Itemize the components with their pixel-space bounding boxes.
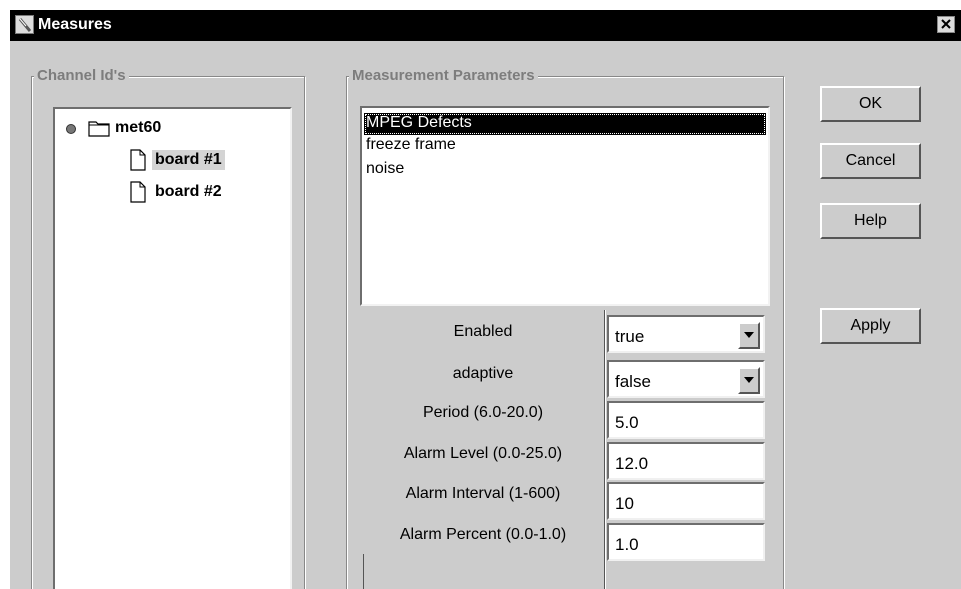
alarm-level-value: 12.0 — [615, 454, 649, 473]
close-button[interactable] — [937, 16, 955, 33]
tree-node-board-1-label: board #1 — [152, 150, 225, 170]
chevron-down-icon[interactable] — [738, 367, 760, 394]
enabled-dropdown[interactable]: true — [607, 315, 765, 353]
tree-node-root-label: met60 — [115, 119, 162, 136]
list-item-noise[interactable]: noise — [364, 159, 766, 181]
param-label-enabled: Enabled — [453, 323, 513, 340]
measurement-parameters-legend: Measurement Parameters — [349, 67, 538, 84]
param-label-alarm-interval: Alarm Interval (1-600) — [405, 485, 561, 502]
tree-node-root[interactable]: met60 — [55, 118, 285, 140]
channel-tree[interactable]: met60 board #1 board #2 — [53, 107, 292, 589]
title-bar[interactable]: Measures — [10, 10, 961, 41]
adaptive-dropdown[interactable]: false — [607, 360, 765, 398]
param-label-alarm-level: Alarm Level (0.0-25.0) — [403, 445, 563, 462]
chevron-down-icon[interactable] — [738, 322, 760, 349]
document-icon — [130, 149, 146, 171]
list-item-mpeg-defects[interactable]: MPEG Defects — [364, 113, 766, 135]
period-value: 5.0 — [615, 413, 639, 432]
ok-button[interactable]: OK — [820, 86, 921, 122]
apply-button[interactable]: Apply — [820, 308, 921, 344]
param-label-adaptive: adaptive — [452, 365, 514, 382]
tree-node-board-1[interactable]: board #1 — [55, 149, 285, 171]
alarm-level-field[interactable]: 12.0 — [607, 442, 765, 480]
cancel-button[interactable]: Cancel — [820, 143, 921, 179]
param-column-divider-highlight — [605, 310, 606, 589]
enabled-value: true — [615, 327, 645, 346]
channel-ids-legend: Channel Id's — [34, 67, 129, 84]
period-field[interactable]: 5.0 — [607, 401, 765, 439]
param-scroll-line — [363, 554, 364, 589]
adaptive-value: false — [615, 372, 651, 391]
tree-node-board-2[interactable]: board #2 — [55, 181, 285, 203]
list-item-freeze-frame[interactable]: freeze frame — [364, 135, 766, 157]
alarm-percent-value: 1.0 — [615, 535, 639, 554]
app-icon — [15, 15, 34, 34]
document-icon — [130, 181, 146, 203]
tree-node-board-2-label: board #2 — [155, 183, 222, 200]
alarm-percent-field[interactable]: 1.0 — [607, 523, 765, 561]
param-label-period: Period (6.0-20.0) — [422, 404, 544, 421]
alarm-interval-field[interactable]: 10 — [607, 482, 765, 520]
window-title: Measures — [38, 16, 112, 33]
alarm-interval-value: 10 — [615, 494, 634, 513]
param-label-alarm-percent: Alarm Percent (0.0-1.0) — [399, 526, 567, 543]
close-icon — [941, 19, 951, 29]
measures-dialog: Measures Channel Id's met60 board #1 boa… — [9, 9, 961, 589]
help-button[interactable]: Help — [820, 203, 921, 239]
folder-icon — [88, 121, 110, 137]
measurement-list[interactable]: MPEG Defects freeze frame noise — [360, 106, 770, 306]
expanded-bullet-icon — [66, 124, 76, 134]
